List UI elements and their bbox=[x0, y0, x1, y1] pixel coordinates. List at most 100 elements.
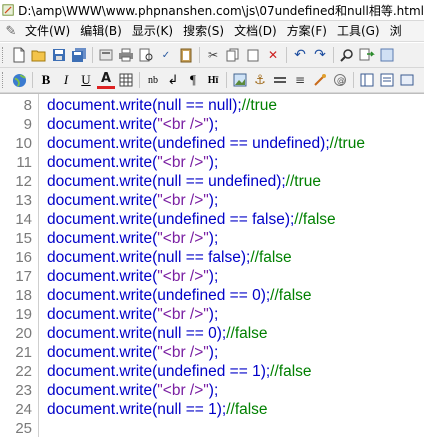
br-icon[interactable]: ↲ bbox=[164, 71, 182, 89]
toolbar-separator bbox=[353, 72, 354, 88]
code-text: document.write(null == 1);//false bbox=[47, 400, 268, 419]
replace-icon[interactable] bbox=[358, 46, 376, 64]
code-line[interactable]: 11 document.write("<br />"); bbox=[0, 153, 424, 172]
code-token: document.write( bbox=[47, 116, 158, 133]
hr-icon[interactable] bbox=[271, 71, 289, 89]
comment-icon[interactable]: @ bbox=[331, 71, 349, 89]
menu-tools[interactable]: 工具(G) bbox=[332, 22, 385, 40]
paste-icon[interactable] bbox=[244, 46, 262, 64]
code-line[interactable]: 12 document.write(null == undefined);//tr… bbox=[0, 172, 424, 191]
code-text: document.write("<br />"); bbox=[47, 229, 218, 248]
code-line[interactable]: 13 document.write("<br />"); bbox=[0, 191, 424, 210]
code-comment: //false bbox=[226, 325, 268, 342]
font-color-icon[interactable]: A bbox=[97, 71, 115, 89]
align-icon[interactable]: ≡ bbox=[291, 71, 309, 89]
code-line[interactable]: 15 document.write("<br />"); bbox=[0, 229, 424, 248]
image-icon[interactable] bbox=[231, 71, 249, 89]
clipboard-icon[interactable] bbox=[177, 46, 195, 64]
code-text: document.write("<br />"); bbox=[47, 153, 218, 172]
save-all-icon[interactable] bbox=[70, 46, 88, 64]
toolbar-separator bbox=[32, 72, 33, 88]
code-comment: //false bbox=[270, 287, 312, 304]
code-line[interactable]: 21 document.write("<br />"); bbox=[0, 343, 424, 362]
svg-text:@: @ bbox=[337, 76, 345, 85]
code-token: document.write( bbox=[47, 192, 158, 209]
menu-view[interactable]: 显示(K) bbox=[127, 22, 178, 40]
window-title: D:\amp\WWW\www.phpnanshen.com\js\07undef… bbox=[18, 3, 424, 18]
paragraph-icon[interactable]: ¶ bbox=[184, 71, 202, 89]
toolbar-grip bbox=[2, 47, 6, 63]
cut-icon[interactable] bbox=[97, 46, 115, 64]
globe-icon[interactable] bbox=[10, 71, 28, 89]
heading-icon[interactable]: Hī bbox=[204, 71, 222, 89]
save-icon[interactable] bbox=[50, 46, 68, 64]
code-token: ); bbox=[208, 154, 219, 171]
code-text: document.write("<br />"); bbox=[47, 191, 218, 210]
code-line[interactable]: 19 document.write("<br />"); bbox=[0, 305, 424, 324]
print-icon[interactable] bbox=[117, 46, 135, 64]
nbsp-icon[interactable]: nb bbox=[144, 71, 162, 89]
anchor-icon[interactable]: ⚓ bbox=[251, 71, 269, 89]
spellcheck-icon[interactable]: ✓ bbox=[157, 46, 175, 64]
menu-search[interactable]: 搜索(S) bbox=[178, 22, 229, 40]
line-number: 14 bbox=[15, 211, 32, 228]
code-line[interactable]: 18 document.write(undefined == 0);//false bbox=[0, 286, 424, 305]
toolbar-separator bbox=[333, 47, 334, 63]
list-icon[interactable] bbox=[378, 71, 396, 89]
line-number: 10 bbox=[15, 135, 32, 152]
toolbar-separator bbox=[139, 72, 140, 88]
code-line[interactable]: 9 document.write("<br />"); bbox=[0, 115, 424, 134]
code-text: document.write("<br />"); bbox=[47, 305, 218, 324]
code-line[interactable]: 10 document.write(undefined == undefined)… bbox=[0, 134, 424, 153]
code-line[interactable]: 16 document.write(null == false);//false bbox=[0, 248, 424, 267]
html-toolbar: B I U A nb ↲ ¶ Hī ⚓ ≡ @ bbox=[0, 68, 424, 93]
code-line[interactable]: 25 bbox=[0, 419, 424, 437]
code-editor[interactable]: 8 document.write(null == null);//true 9 doc… bbox=[0, 93, 424, 437]
code-line[interactable]: 24 document.write(null == 1);//false bbox=[0, 400, 424, 419]
code-token: document.write(null == 1); bbox=[47, 401, 227, 418]
string-literal: "<br />" bbox=[157, 230, 209, 247]
new-file-icon[interactable] bbox=[10, 46, 28, 64]
menu-file[interactable]: 文件(W) bbox=[20, 22, 75, 40]
line-number: 22 bbox=[15, 363, 32, 380]
menu-edit[interactable]: 编辑(B) bbox=[75, 22, 127, 40]
print-preview-icon[interactable] bbox=[137, 46, 155, 64]
code-line[interactable]: 17 document.write("<br />"); bbox=[0, 267, 424, 286]
code-token: document.write(null == null); bbox=[47, 97, 242, 114]
line-number: 24 bbox=[15, 401, 32, 418]
copy-icon[interactable] bbox=[224, 46, 242, 64]
find-icon[interactable] bbox=[338, 46, 356, 64]
open-folder-icon[interactable] bbox=[30, 46, 48, 64]
toolbar-grip bbox=[2, 72, 6, 88]
form-icon[interactable] bbox=[398, 71, 416, 89]
more-tools-icon[interactable] bbox=[378, 46, 396, 64]
line-number: 18 bbox=[15, 287, 32, 304]
code-line[interactable]: 14 document.write(undefined == false);//f… bbox=[0, 210, 424, 229]
code-comment: //true bbox=[329, 135, 365, 152]
code-line[interactable]: 22 document.write(undefined == 1);//false bbox=[0, 362, 424, 381]
cut-scissors-icon[interactable]: ✂ bbox=[204, 46, 222, 64]
code-comment: //false bbox=[294, 211, 336, 228]
redo-icon[interactable]: ↷ bbox=[311, 46, 329, 64]
link-icon[interactable] bbox=[311, 71, 329, 89]
menu-document[interactable]: 文档(D) bbox=[229, 22, 282, 40]
menu-bar: ✎ 文件(W) 编辑(B) 显示(K) 搜索(S) 文档(D) 方案(F) 工具… bbox=[0, 21, 424, 42]
line-number: 11 bbox=[16, 154, 32, 171]
delete-icon[interactable]: ✕ bbox=[264, 46, 282, 64]
code-line[interactable]: 20 document.write(null == 0);//false bbox=[0, 324, 424, 343]
bold-icon[interactable]: B bbox=[37, 71, 55, 89]
code-line[interactable]: 23 document.write("<br />"); bbox=[0, 381, 424, 400]
frame-icon[interactable] bbox=[358, 71, 376, 89]
underline-icon[interactable]: U bbox=[77, 71, 95, 89]
menu-browse[interactable]: 浏 bbox=[385, 22, 407, 40]
code-comment: //true bbox=[285, 173, 321, 190]
string-literal: "<br />" bbox=[157, 116, 209, 133]
code-text: document.write(null == null);//true bbox=[47, 96, 277, 115]
code-line[interactable]: 8 document.write(null == null);//true bbox=[0, 96, 424, 115]
italic-icon[interactable]: I bbox=[57, 71, 75, 89]
undo-icon[interactable]: ↶ bbox=[291, 46, 309, 64]
menu-scheme[interactable]: 方案(F) bbox=[282, 22, 332, 40]
line-number: 21 bbox=[15, 344, 32, 361]
string-literal: "<br />" bbox=[157, 154, 209, 171]
table-icon[interactable] bbox=[117, 71, 135, 89]
